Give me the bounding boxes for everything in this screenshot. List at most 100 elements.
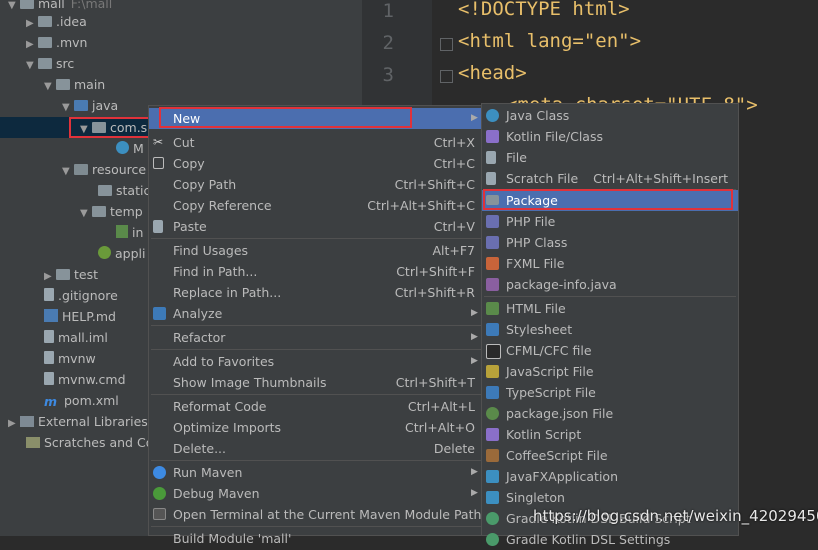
line-number: 1	[382, 0, 394, 22]
chevron-down-icon[interactable]: ▼	[80, 203, 92, 224]
chevron-right-icon[interactable]: ▶	[26, 13, 38, 34]
spring-class-icon	[116, 141, 129, 154]
tree-item-static[interactable]: static	[98, 180, 150, 201]
chevron-down-icon[interactable]: ▼	[62, 161, 74, 182]
tree-item-main[interactable]: ▼ main	[44, 74, 105, 95]
tree-item-help-md[interactable]: HELP.md	[44, 306, 116, 327]
submenu-item-singleton[interactable]: Singleton	[482, 487, 738, 508]
new-submenu: Java Class Kotlin File/Class File Scratc…	[481, 103, 739, 547]
tree-item-label: static	[116, 183, 151, 198]
submenu-arrow-icon: ▶	[471, 467, 478, 477]
tree-item-index[interactable]: in	[116, 222, 143, 243]
menu-item-run-maven[interactable]: Run Maven ▶	[149, 462, 483, 483]
submenu-item-fxml-file[interactable]: FXML File	[482, 253, 738, 274]
submenu-item-java-class[interactable]: Java Class	[482, 105, 738, 126]
code-line[interactable]: <head>	[458, 62, 527, 84]
tree-item-main-class[interactable]: M	[116, 138, 144, 159]
submenu-item-php-class[interactable]: PHP Class	[482, 232, 738, 253]
submenu-item-package-info[interactable]: package-info.java	[482, 274, 738, 295]
submenu-item-php-file[interactable]: PHP File	[482, 211, 738, 232]
tree-item-scratches[interactable]: Scratches and Co	[26, 432, 153, 453]
submenu-item-kotlin-script[interactable]: Kotlin Script	[482, 424, 738, 445]
tree-item-java[interactable]: ▼ java	[62, 95, 118, 116]
tree-item-label: mvnw	[58, 351, 96, 366]
tree-item-label: HELP.md	[62, 309, 116, 324]
submenu-item-package-json[interactable]: package.json File	[482, 403, 738, 424]
line-number: 3	[382, 64, 394, 86]
menu-item-add-to-favorites[interactable]: Add to Favorites ▶	[149, 351, 483, 372]
menu-item-open-terminal[interactable]: Open Terminal at the Current Maven Modul…	[149, 504, 483, 525]
menu-item-reformat-code[interactable]: Reformat Code Ctrl+Alt+L	[149, 396, 483, 417]
menu-separator	[151, 394, 481, 395]
chevron-down-icon[interactable]: ▼	[8, 0, 20, 16]
submenu-item-stylesheet[interactable]: Stylesheet	[482, 319, 738, 340]
chevron-down-icon[interactable]: ▼	[62, 97, 74, 118]
file-icon	[44, 351, 54, 364]
menu-separator	[151, 526, 481, 527]
config-file-icon	[98, 246, 111, 259]
submenu-item-file[interactable]: File	[482, 147, 738, 168]
code-line[interactable]: <html lang="en">	[458, 30, 641, 52]
submenu-item-gradle-kotlin-settings[interactable]: Gradle Kotlin DSL Settings	[482, 529, 738, 550]
menu-item-delete[interactable]: Delete... Delete	[149, 438, 483, 459]
chevron-right-icon[interactable]: ▶	[26, 34, 38, 55]
menu-item-cut[interactable]: ✂ Cut Ctrl+X	[149, 132, 483, 153]
menu-item-refactor[interactable]: Refactor ▶	[149, 327, 483, 348]
submenu-arrow-icon: ▶	[471, 332, 478, 342]
menu-item-find-in-path[interactable]: Find in Path... Ctrl+Shift+F	[149, 261, 483, 282]
code-line[interactable]: <!DOCTYPE html>	[458, 0, 630, 20]
menu-item-build-module[interactable]: Build Module 'mall'	[149, 528, 483, 549]
menu-item-copy-reference[interactable]: Copy Reference Ctrl+Alt+Shift+C	[149, 195, 483, 216]
tree-item-mvnw[interactable]: mvnw	[44, 348, 96, 369]
tree-item-label: java	[92, 98, 119, 113]
fold-marker-icon[interactable]	[440, 38, 453, 51]
tree-item-external-libraries[interactable]: ▶ External Libraries	[8, 411, 148, 432]
folder-icon	[98, 185, 112, 196]
tree-item-label: main	[74, 77, 106, 92]
tree-item-test[interactable]: ▶ test	[44, 264, 98, 285]
fold-marker-icon[interactable]	[440, 70, 453, 83]
tree-item-mvn[interactable]: ▶ .mvn	[26, 32, 87, 53]
file-icon	[486, 151, 496, 164]
chevron-right-icon[interactable]: ▶	[44, 266, 56, 287]
php-class-icon	[486, 236, 499, 249]
menu-item-optimize-imports[interactable]: Optimize Imports Ctrl+Alt+O	[149, 417, 483, 438]
menu-item-find-usages[interactable]: Find Usages Alt+F7	[149, 240, 483, 261]
chevron-right-icon[interactable]: ▶	[8, 413, 20, 434]
submenu-item-coffeescript-file[interactable]: CoffeeScript File	[482, 445, 738, 466]
scratches-icon	[26, 437, 40, 448]
menu-item-analyze[interactable]: Analyze ▶	[149, 303, 483, 324]
submenu-item-javafx-application[interactable]: JavaFXApplication	[482, 466, 738, 487]
chevron-down-icon[interactable]: ▼	[44, 76, 56, 97]
tree-item-mvnw-cmd[interactable]: mvnw.cmd	[44, 369, 126, 390]
markdown-file-icon	[44, 309, 58, 322]
coffeescript-file-icon	[486, 449, 499, 462]
submenu-item-scratch-file[interactable]: Scratch File Ctrl+Alt+Shift+Insert	[482, 168, 738, 189]
menu-item-copy-path[interactable]: Copy Path Ctrl+Shift+C	[149, 174, 483, 195]
submenu-item-typescript-file[interactable]: TypeScript File	[482, 382, 738, 403]
submenu-arrow-icon: ▶	[471, 488, 478, 498]
menu-item-show-image-thumbnails[interactable]: Show Image Thumbnails Ctrl+Shift+T	[149, 372, 483, 393]
submenu-arrow-icon: ▶	[471, 356, 478, 366]
menu-item-copy[interactable]: Copy Ctrl+C	[149, 153, 483, 174]
menu-item-replace-in-path[interactable]: Replace in Path... Ctrl+Shift+R	[149, 282, 483, 303]
submenu-item-kotlin-file[interactable]: Kotlin File/Class	[482, 126, 738, 147]
menu-item-paste[interactable]: Paste Ctrl+V	[149, 216, 483, 237]
menu-item-debug-maven[interactable]: Debug Maven ▶	[149, 483, 483, 504]
tree-item-pom-xml[interactable]: m pom.xml	[44, 390, 119, 411]
submenu-item-javascript-file[interactable]: JavaScript File	[482, 361, 738, 382]
tree-item-mall-iml[interactable]: mall.iml	[44, 327, 108, 348]
submenu-item-cfml-file[interactable]: CFML/CFC file	[482, 340, 738, 361]
kotlin-script-icon	[486, 428, 499, 441]
tree-item-src[interactable]: ▼ src	[26, 53, 74, 74]
chevron-down-icon[interactable]: ▼	[26, 55, 38, 76]
tree-item-label: .gitignore	[58, 288, 118, 303]
tree-item-resources[interactable]: ▼ resource	[62, 159, 146, 180]
submenu-item-html-file[interactable]: HTML File	[482, 298, 738, 319]
tree-item-label: mall.iml	[58, 330, 108, 345]
tree-item-gitignore[interactable]: .gitignore	[44, 285, 118, 306]
tree-item-application[interactable]: appli	[98, 243, 145, 264]
html-file-icon	[486, 302, 499, 315]
tree-item-idea[interactable]: ▶ .idea	[26, 11, 87, 32]
tree-item-templates[interactable]: ▼ temp	[80, 201, 143, 222]
